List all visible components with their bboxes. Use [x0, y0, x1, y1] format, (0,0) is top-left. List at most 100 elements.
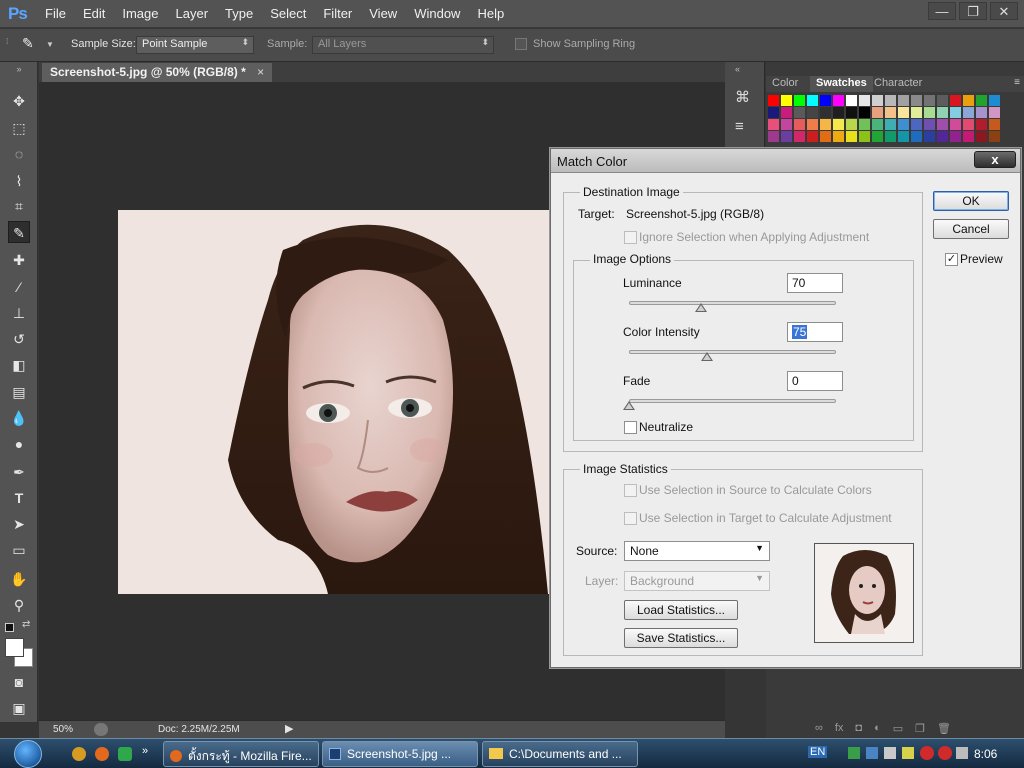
- sample-size-select[interactable]: Point Sample ⬍: [136, 36, 254, 54]
- color-swatch[interactable]: [989, 131, 1000, 142]
- panel-menu-icon[interactable]: ≡: [1014, 77, 1020, 88]
- swap-colors-icon[interactable]: ⇄: [22, 619, 30, 630]
- color-swatch[interactable]: [950, 107, 961, 118]
- color-swatch[interactable]: [950, 131, 961, 142]
- tab-character[interactable]: Character: [868, 76, 928, 92]
- type-tool-icon[interactable]: T: [8, 487, 30, 509]
- color-swatch[interactable]: [846, 95, 857, 106]
- color-swatch[interactable]: [859, 95, 870, 106]
- adjustment-layer-icon[interactable]: ◐: [874, 722, 881, 736]
- color-swatch[interactable]: [768, 119, 779, 130]
- volume-icon[interactable]: [956, 747, 968, 759]
- color-swatch[interactable]: [794, 107, 805, 118]
- color-swatch[interactable]: [963, 119, 974, 130]
- color-swatch[interactable]: [768, 95, 779, 106]
- eyedropper-tool-icon[interactable]: ✎: [8, 221, 30, 243]
- document-tab[interactable]: Screenshot-5.jpg @ 50% (RGB/8) * ×: [42, 63, 273, 82]
- color-intensity-input[interactable]: 75: [787, 322, 843, 342]
- neutralize-checkbox[interactable]: [624, 421, 637, 434]
- tray-icon[interactable]: [848, 747, 860, 759]
- menu-file[interactable]: File: [45, 6, 66, 21]
- healing-brush-tool-icon[interactable]: ✚: [8, 249, 30, 271]
- tray-icon[interactable]: [902, 747, 914, 759]
- color-swatch[interactable]: [963, 95, 974, 106]
- task-firefox[interactable]: ตั้งกระทู้ - Mozilla Fire...: [163, 741, 319, 767]
- menu-select[interactable]: Select: [270, 6, 306, 21]
- color-swatch[interactable]: [976, 95, 987, 106]
- network-icon[interactable]: [866, 747, 878, 759]
- color-swatch[interactable]: [833, 119, 844, 130]
- color-swatch[interactable]: [976, 119, 987, 130]
- color-swatch[interactable]: [963, 131, 974, 142]
- color-swatch[interactable]: [820, 107, 831, 118]
- color-swatch[interactable]: [989, 95, 1000, 106]
- use-selection-target-checkbox[interactable]: [624, 512, 637, 525]
- luminance-slider[interactable]: [629, 301, 836, 305]
- color-swatch[interactable]: [781, 119, 792, 130]
- clone-stamp-tool-icon[interactable]: ⊥: [8, 302, 30, 324]
- new-layer-icon[interactable]: ❐: [915, 722, 925, 736]
- color-swatch[interactable]: [911, 107, 922, 118]
- sampling-ring-checkbox[interactable]: [515, 38, 527, 50]
- zoom-level[interactable]: 50%: [53, 724, 73, 735]
- default-colors-icon[interactable]: [5, 623, 14, 632]
- menu-image[interactable]: Image: [122, 6, 158, 21]
- tab-color[interactable]: Color: [766, 76, 804, 92]
- color-swatch[interactable]: [924, 131, 935, 142]
- color-swatch[interactable]: [898, 107, 909, 118]
- fx-icon[interactable]: fx: [835, 722, 844, 736]
- clock[interactable]: 8:06: [974, 747, 997, 761]
- color-swatch[interactable]: [911, 95, 922, 106]
- gradient-tool-icon[interactable]: ▤: [8, 381, 30, 403]
- color-swatch[interactable]: [872, 119, 883, 130]
- history-brush-tool-icon[interactable]: ↺: [8, 328, 30, 350]
- color-swatch[interactable]: [807, 119, 818, 130]
- fade-slider[interactable]: [629, 399, 836, 403]
- chat-icon[interactable]: [118, 747, 132, 761]
- color-swatch[interactable]: [833, 131, 844, 142]
- crop-tool-icon[interactable]: ⌗: [8, 195, 30, 217]
- color-swatch[interactable]: [781, 107, 792, 118]
- color-swatch[interactable]: [937, 119, 948, 130]
- color-swatch[interactable]: [911, 131, 922, 142]
- close-window-button[interactable]: ✕: [990, 2, 1018, 20]
- color-swatch[interactable]: [872, 95, 883, 106]
- pen-tool-icon[interactable]: ✒: [8, 461, 30, 483]
- color-swatch[interactable]: [898, 95, 909, 106]
- color-swatch[interactable]: [911, 119, 922, 130]
- menu-window[interactable]: Window: [414, 6, 460, 21]
- quick-launch-icon[interactable]: [72, 747, 86, 761]
- color-swatch[interactable]: [833, 95, 844, 106]
- color-swatch[interactable]: [781, 131, 792, 142]
- color-swatch[interactable]: [937, 107, 948, 118]
- color-swatch[interactable]: [976, 131, 987, 142]
- color-swatch[interactable]: [820, 119, 831, 130]
- minimize-button[interactable]: —: [928, 2, 956, 20]
- color-swatch[interactable]: [924, 95, 935, 106]
- fade-slider-thumb[interactable]: [623, 401, 635, 410]
- color-swatch[interactable]: [885, 107, 896, 118]
- restore-button[interactable]: ❐: [959, 2, 987, 20]
- color-swatch[interactable]: [833, 107, 844, 118]
- color-swatch[interactable]: [885, 95, 896, 106]
- ok-button[interactable]: OK: [933, 191, 1009, 211]
- trash-icon[interactable]: 🗑: [937, 722, 951, 736]
- mask-icon[interactable]: ◘: [855, 722, 862, 736]
- screen-mode-icon[interactable]: ▣: [8, 697, 30, 719]
- path-selection-tool-icon[interactable]: ➤: [8, 513, 30, 535]
- color-swatch[interactable]: [937, 95, 948, 106]
- brush-presets-icon[interactable]: ⌘: [735, 88, 750, 106]
- color-swatch[interactable]: [898, 119, 909, 130]
- close-tab-icon[interactable]: ×: [257, 65, 264, 79]
- quick-selection-tool-icon[interactable]: ⌇: [8, 170, 30, 192]
- flash-icon[interactable]: [938, 746, 952, 760]
- tab-swatches[interactable]: Swatches: [810, 76, 873, 92]
- foreground-color-swatch[interactable]: [5, 638, 24, 657]
- color-swatch[interactable]: [820, 131, 831, 142]
- hand-tool-icon[interactable]: ✋: [8, 568, 30, 590]
- start-button[interactable]: [14, 740, 42, 768]
- color-swatch[interactable]: [807, 107, 818, 118]
- move-tool-icon[interactable]: ✥: [8, 90, 30, 112]
- color-swatch[interactable]: [859, 131, 870, 142]
- color-swatch[interactable]: [820, 95, 831, 106]
